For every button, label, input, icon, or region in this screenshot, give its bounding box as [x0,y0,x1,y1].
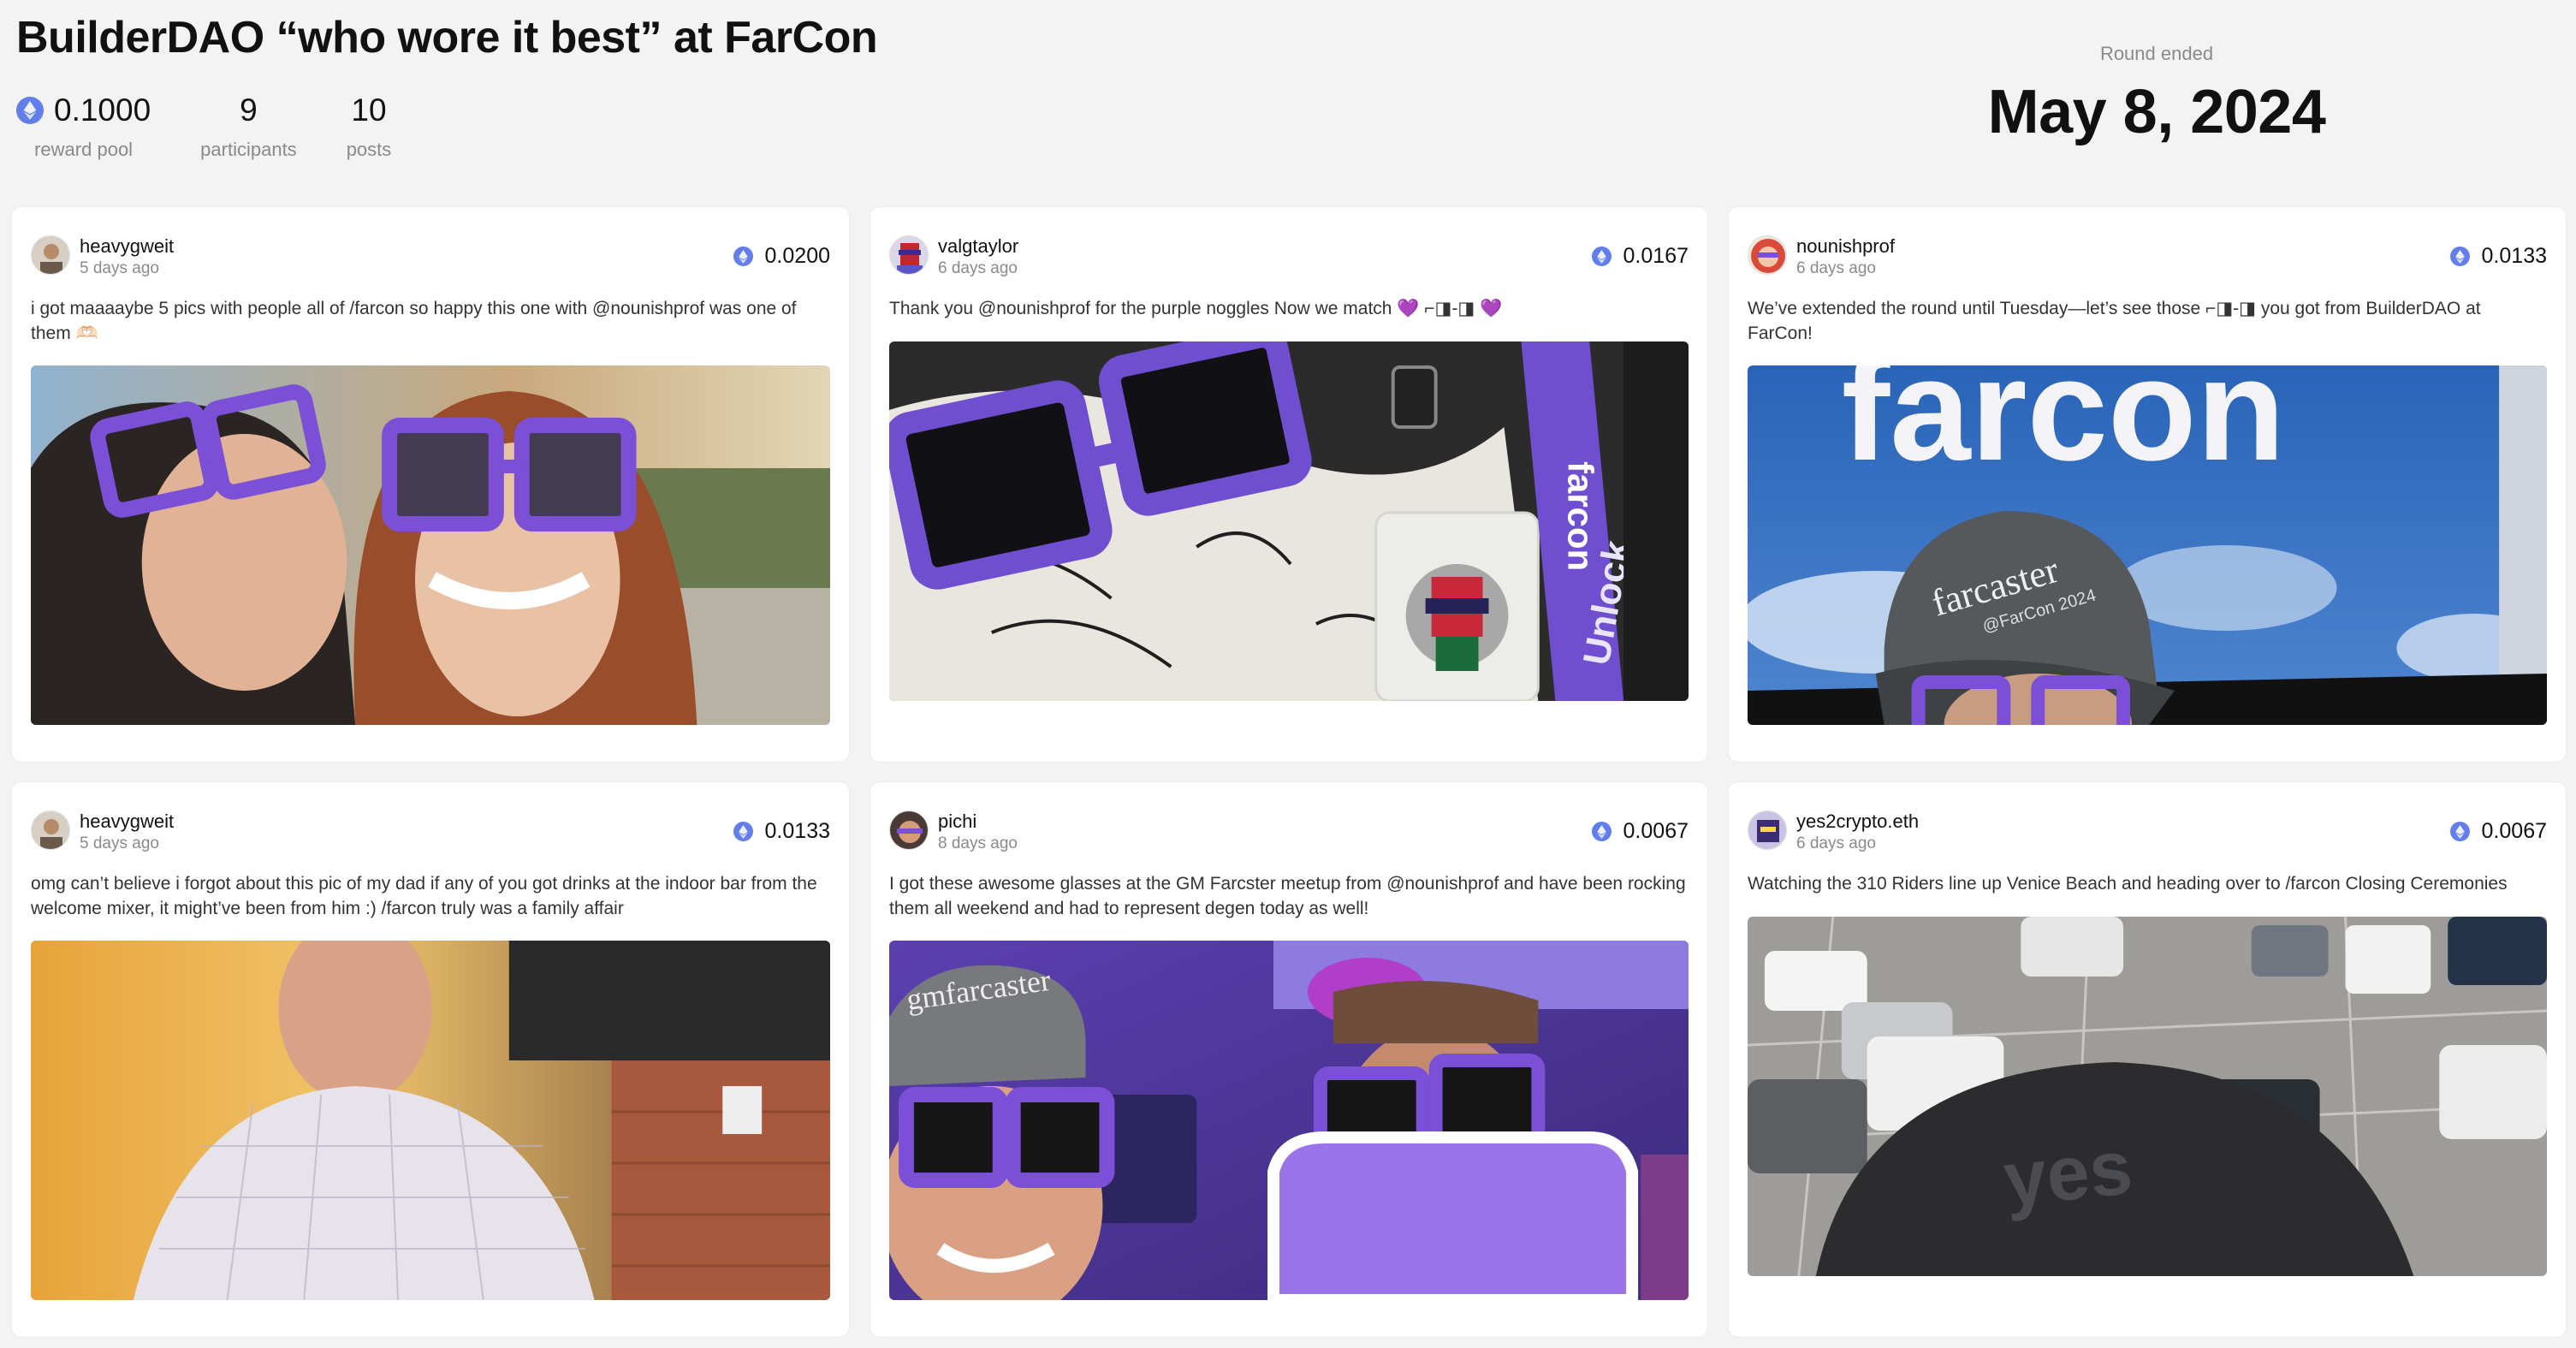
round-header: BuilderDAO “who wore it best” at FarCon … [0,0,2576,205]
posts-label: posts [346,139,392,160]
post-author: yes2crypto.eth 6 days ago [1796,811,1919,853]
post-card[interactable]: pichi 8 days ago 0.0067 I got these awes… [870,781,1708,1338]
post-author: heavygweit 5 days ago [80,811,174,853]
post-reward: 0.0133 [733,819,830,844]
participants-label: participants [200,139,297,160]
post-card[interactable]: yes2crypto.eth 6 days ago 0.0067 Watchin… [1728,781,2567,1338]
eth-icon [733,246,753,266]
avatar[interactable] [31,811,70,850]
stat-reward-pool: 0.1000 reward pool [16,92,151,161]
stat-participants: 9 participants [200,92,297,161]
post-time: 6 days ago [938,259,1018,277]
post-reward: 0.0133 [2449,244,2547,269]
reward-amount: 0.0200 [764,244,830,268]
post-header: valgtaylor 6 days ago 0.0167 [889,235,1689,280]
author-username[interactable]: nounishprof [1796,235,1895,258]
post-time: 6 days ago [1796,259,1876,277]
post-card[interactable]: heavygweit 5 days ago 0.0133 omg can’t b… [11,781,850,1338]
post-time: 5 days ago [80,259,159,277]
participants-value: 9 [240,92,258,128]
eth-icon [2449,822,2470,841]
author-username[interactable]: heavygweit [80,235,174,258]
post-card[interactable]: valgtaylor 6 days ago 0.0167 Thank you @… [870,206,1708,763]
post-header: heavygweit 5 days ago 0.0200 [31,235,830,280]
eth-icon [1591,246,1611,266]
post-image[interactable]: farcon farcaster @FarCon 2024 [1748,365,2547,725]
avatar[interactable] [889,235,929,275]
reward-amount: 0.0133 [764,819,830,843]
post-header: pichi 8 days ago 0.0067 [889,811,1689,855]
author-username[interactable]: yes2crypto.eth [1796,811,1919,833]
eth-icon [16,97,44,124]
reward-amount: 0.0067 [1623,819,1689,843]
eth-icon [2449,246,2470,266]
cap-text: yes [2000,1125,2136,1223]
reward-pool-label: reward pool [34,139,134,160]
post-reward: 0.0067 [1591,819,1689,844]
post-time: 5 days ago [80,834,159,852]
post-author: heavygweit 5 days ago [80,235,174,278]
post-text: I got these awesome glasses at the GM Fa… [889,874,1686,918]
farcon-sign-text: farcon [1842,365,2285,490]
avatar[interactable] [889,811,929,850]
post-image[interactable] [31,365,830,725]
reward-pool-value: 0.1000 [54,92,151,128]
post-author: pichi 8 days ago [938,811,1018,853]
author-username[interactable]: valgtaylor [938,235,1018,258]
posts-value: 10 [351,92,387,128]
post-card[interactable]: heavygweit 5 days ago 0.0200 i got maaaa… [11,206,850,763]
post-text: Watching the 310 Riders line up Venice B… [1748,874,2508,894]
reward-amount: 0.0067 [2481,819,2547,843]
post-author: valgtaylor 6 days ago [938,235,1018,278]
author-username[interactable]: pichi [938,811,1018,833]
post-text: i got maaaaybe 5 pics with people all of… [31,299,797,343]
eth-icon [1591,822,1611,841]
avatar[interactable] [31,235,70,275]
post-text: Thank you @nounishprof for the purple no… [889,299,1503,318]
post-time: 8 days ago [938,834,1018,852]
page-title: BuilderDAO “who wore it best” at FarCon [16,13,878,62]
post-image[interactable]: gmfarcaster [889,941,1689,1300]
post-card[interactable]: nounishprof 6 days ago 0.0133 We’ve exte… [1728,206,2567,763]
post-header: nounishprof 6 days ago 0.0133 [1748,235,2547,280]
avatar[interactable] [1748,235,1787,275]
post-image[interactable] [31,941,830,1300]
post-text: We’ve extended the round until Tuesday—l… [1748,299,2481,343]
post-author: nounishprof 6 days ago [1796,235,1895,278]
post-header: heavygweit 5 days ago 0.0133 [31,811,830,855]
post-time: 6 days ago [1796,834,1876,852]
round-stats: 0.1000 reward pool 9 participants 10 pos… [16,92,441,161]
stat-posts: 10 posts [347,92,392,161]
eth-icon [733,822,753,841]
post-image[interactable]: yes [1748,917,2547,1276]
post-text: omg can’t believe i forgot about this pi… [31,874,817,918]
post-reward: 0.0067 [2449,819,2547,844]
reward-amount: 0.0133 [2481,244,2547,268]
reward-amount: 0.0167 [1623,244,1689,268]
post-reward: 0.0167 [1591,244,1689,269]
round-status: Round ended May 8, 2024 [1943,43,2371,147]
post-reward: 0.0200 [733,244,830,269]
post-header: yes2crypto.eth 6 days ago 0.0067 [1748,811,2547,855]
author-username[interactable]: heavygweit [80,811,174,833]
round-end-date: May 8, 2024 [1987,78,2326,146]
post-image[interactable]: farcon Unlock [889,341,1689,701]
round-status-label: Round ended [2099,43,2214,64]
avatar[interactable] [1748,811,1787,850]
